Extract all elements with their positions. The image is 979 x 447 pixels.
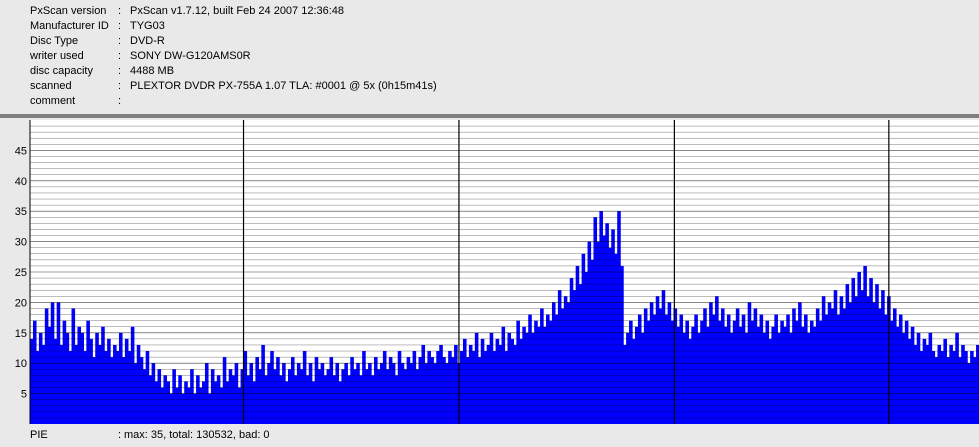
y-tick-label: 30	[15, 237, 27, 249]
y-tick-labels: 5 10 15 20 25 30 35 40 45	[15, 145, 27, 400]
info-separator: :	[118, 5, 122, 17]
info-label: PxScan version	[30, 5, 107, 17]
pie-chart-area: 5 10 15 20 25 30 35 40 45	[0, 118, 979, 424]
info-row-scanned: scanned: PLEXTOR DVDR PX-755A 1.07 TLA: #…	[30, 79, 970, 94]
info-value: PLEXTOR DVDR PX-755A 1.07 TLA: #0001 @ 5…	[130, 80, 437, 92]
info-value: DVD-R	[130, 35, 165, 47]
summary-footer: PIE: max: 35, total: 130532, bad: 0	[30, 427, 970, 443]
y-tick-label: 45	[15, 145, 27, 157]
info-label: disc capacity	[30, 65, 93, 77]
info-separator: :	[118, 50, 122, 62]
y-tick-label: 40	[15, 176, 27, 188]
y-tick-label: 10	[15, 358, 27, 370]
info-separator: :	[118, 65, 122, 77]
y-tick-label: 5	[21, 389, 27, 401]
info-separator: :	[118, 35, 122, 47]
info-value: 4488 MB	[130, 65, 175, 77]
info-row-writer: writer used: SONY DW-G120AMS0R	[30, 49, 970, 64]
pie-error-chart: 5 10 15 20 25 30 35 40 45	[15, 120, 979, 424]
info-row-disc-type: Disc Type: DVD-R	[30, 34, 970, 49]
info-value: SONY DW-G120AMS0R	[130, 50, 251, 62]
scan-info-table: PxScan version: PxScan v1.7.12, built Feb…	[30, 4, 970, 109]
info-row-manufacturer: Manufacturer ID: TYG03	[30, 19, 970, 34]
info-row-capacity: disc capacity:4488 MB	[30, 64, 970, 79]
info-row-comment: comment:	[30, 94, 970, 109]
info-separator: :	[118, 20, 122, 32]
info-separator: :	[118, 80, 122, 92]
info-value: TYG03	[130, 20, 165, 32]
info-label: comment	[30, 95, 76, 107]
info-value: PxScan v1.7.12, built Feb 24 2007 12:36:…	[130, 5, 345, 17]
info-label: Manufacturer ID	[30, 20, 109, 32]
info-label: Disc Type	[30, 35, 79, 47]
y-tick-label: 35	[15, 206, 27, 218]
pxscan-report: PxScan version: PxScan v1.7.12, built Feb…	[0, 0, 979, 447]
footer-label: PIE	[30, 429, 48, 441]
y-tick-label: 20	[15, 297, 27, 309]
info-label: scanned	[30, 80, 72, 92]
info-label: writer used	[30, 50, 84, 62]
footer-summary: max: 35, total: 130532, bad: 0	[124, 429, 270, 441]
y-tick-label: 15	[15, 328, 27, 340]
info-row-version: PxScan version: PxScan v1.7.12, built Feb…	[30, 4, 970, 19]
info-separator: :	[118, 95, 122, 107]
y-tick-label: 25	[15, 267, 27, 279]
